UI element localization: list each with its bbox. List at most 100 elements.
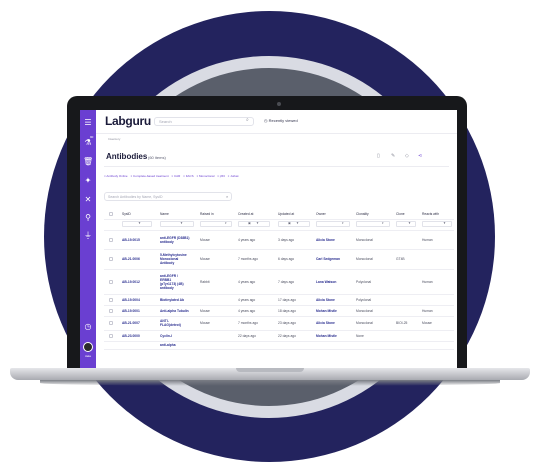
cell-sysid[interactable]: AB-23.0000 xyxy=(122,334,140,338)
camera-dot xyxy=(277,102,281,106)
header-divider xyxy=(104,166,449,167)
filter-created-at[interactable] xyxy=(238,221,270,227)
table-row[interactable]: AB-21.0007 ANTI- FLAG(detect) Mouse 7 months… xyxy=(104,316,454,331)
cell-owner[interactable]: Alicia Stone xyxy=(316,238,335,242)
col-header-reacts-with[interactable]: Reacts with xyxy=(422,212,439,216)
filter-clonality[interactable] xyxy=(356,221,390,227)
cell-sysid[interactable]: AB-19.0012 xyxy=(122,280,140,284)
filter-icon[interactable]: ▼ xyxy=(296,221,299,225)
cell-sysid[interactable]: AB-21.0006 xyxy=(122,257,140,261)
search-icon[interactable]: ⌕ xyxy=(226,194,228,199)
table-row[interactable]: AB-19.0015 anti-EGFR (D38B1) antibody Mouse… xyxy=(104,230,454,250)
cell-clonality: None xyxy=(356,333,364,338)
flask-icon[interactable]: ⚗ xyxy=(83,138,93,148)
bulb-icon[interactable]: ✦ xyxy=(83,176,93,186)
antibody-search-input[interactable]: Search Antibodies by Name, SysID xyxy=(104,192,232,201)
menu-icon[interactable]: ☰ xyxy=(83,118,93,128)
trash-action-icon[interactable]: ▯ xyxy=(377,153,380,159)
filter-tag[interactable]: × Jurkat xyxy=(228,173,239,180)
tag-action-icon[interactable]: ◇ xyxy=(405,153,409,159)
row-checkbox[interactable] xyxy=(109,237,113,242)
cell-name[interactable]: FLAG(detect) xyxy=(160,323,181,327)
chevron-down-icon[interactable]: ▾ xyxy=(382,221,384,225)
chevron-down-icon[interactable]: ▾ xyxy=(225,221,227,225)
filter-sysid[interactable] xyxy=(122,221,152,227)
row-checkbox[interactable] xyxy=(109,257,113,261)
dna-icon[interactable]: ✕ xyxy=(83,195,93,205)
filter-name[interactable] xyxy=(160,221,194,227)
table-row[interactable]: AB-19.0012 anti-EGFR / ERBB1 (pTyr1173) (4B… xyxy=(104,269,454,295)
cell-clonality: Polyclonal xyxy=(356,297,372,302)
filter-tag[interactable]: × Monoclonal xyxy=(196,173,214,180)
row-checkbox[interactable] xyxy=(109,297,113,302)
cell-name[interactable]: antibody xyxy=(160,240,174,244)
filter-icon[interactable]: ▼ xyxy=(443,221,446,225)
col-header-name[interactable]: Name xyxy=(160,212,169,216)
recently-viewed-button[interactable]: ◷ Recently viewed xyxy=(264,118,298,123)
col-header-sysid[interactable]: SysID xyxy=(122,212,131,216)
filter-raised-in[interactable] xyxy=(200,221,232,227)
microscope-icon[interactable]: ⚲ xyxy=(83,213,93,223)
cell-owner[interactable]: Alicia Stone xyxy=(316,321,335,325)
cell-updated-at: 3 days ago xyxy=(278,237,295,242)
filter-icon[interactable]: ▼ xyxy=(180,221,183,225)
cell-sysid[interactable]: AB-19.0015 xyxy=(122,238,140,242)
col-header-clonality[interactable]: Clonality xyxy=(356,212,369,216)
plug-icon[interactable]: ⏚ xyxy=(83,231,93,241)
row-checkbox[interactable] xyxy=(109,279,113,284)
cell-owner[interactable]: Mohan Mistle xyxy=(316,334,337,338)
cell-name[interactable]: antibody xyxy=(160,286,174,290)
app-logo[interactable]: Labguru xyxy=(105,114,151,128)
cell-name[interactable]: anti-alpha xyxy=(160,343,176,347)
filter-updated-at[interactable] xyxy=(278,221,310,227)
cell-name[interactable]: Antibody xyxy=(160,261,174,265)
chevron-down-icon[interactable]: ▾ xyxy=(342,221,344,225)
avatar[interactable] xyxy=(83,342,93,352)
calendar-icon[interactable]: ▣ xyxy=(248,221,251,225)
cell-created-at: 4 years ago xyxy=(238,279,256,284)
filter-clone[interactable] xyxy=(396,221,416,227)
filter-reacts-with[interactable] xyxy=(422,221,452,227)
filter-tag[interactable]: × p53 xyxy=(217,173,225,180)
breadcrumb[interactable]: Inventory xyxy=(108,137,120,141)
col-header-created-at[interactable]: Created at xyxy=(238,212,253,216)
clock-icon[interactable]: ◷ xyxy=(83,322,93,332)
col-header-updated-at[interactable]: Updated at xyxy=(278,212,294,216)
cell-owner[interactable]: Lana Watson xyxy=(316,280,336,284)
share-action-icon[interactable]: ⋖ xyxy=(418,153,422,159)
row-checkbox[interactable] xyxy=(109,333,113,338)
row-checkbox[interactable] xyxy=(109,308,113,313)
cell-sysid[interactable]: AB-19.0001 xyxy=(122,309,140,313)
edit-action-icon[interactable]: ✎ xyxy=(391,153,395,159)
cell-name[interactable]: Anti-alpha Tubulin xyxy=(160,309,189,313)
table-row[interactable]: AB-21.0006 5-Methylcytosine Monoclonal Anti… xyxy=(104,249,454,270)
cell-sysid[interactable]: AB-19.0004 xyxy=(122,298,140,302)
row-checkbox[interactable] xyxy=(109,321,113,325)
cell-owner[interactable]: Alicia Stone xyxy=(316,298,335,302)
col-header-owner[interactable]: Owner xyxy=(316,212,326,216)
select-all-checkbox[interactable] xyxy=(109,212,113,216)
filter-tag[interactable]: × Complete-based treatment xyxy=(130,173,168,180)
cell-name[interactable]: Cyclin-I xyxy=(160,334,172,338)
cell-name[interactable]: Biotinylated Ab xyxy=(160,298,184,302)
filter-tag[interactable]: × FACS xyxy=(183,173,193,180)
filter-icon[interactable]: ▼ xyxy=(256,221,259,225)
col-header-clone[interactable]: Clone xyxy=(396,212,405,216)
filter-owner[interactable] xyxy=(316,221,350,227)
search-icon[interactable]: ⌕ xyxy=(246,117,249,123)
col-header-raised-in[interactable]: Raised in xyxy=(200,212,214,216)
filter-tag[interactable]: × Antibody Online xyxy=(104,173,128,180)
filter-tag[interactable]: × CAR xyxy=(171,173,180,180)
global-search-input[interactable]: Search xyxy=(154,117,254,126)
cell-clone: GT4B xyxy=(396,257,405,261)
cell-sysid[interactable]: AB-21.0007 xyxy=(122,321,140,325)
cell-owner[interactable]: Carl Sedgeman xyxy=(316,257,340,261)
calendar-icon[interactable]: ▣ xyxy=(288,221,291,225)
cell-updated-at: 22 days ago xyxy=(278,333,296,338)
trash-icon[interactable]: 🗑 xyxy=(83,157,93,167)
filter-icon[interactable]: ▼ xyxy=(138,221,141,225)
table-row[interactable]: anti-alpha xyxy=(104,341,454,350)
cell-owner[interactable]: Mohan Mistle xyxy=(316,309,337,313)
filter-icon[interactable]: ▼ xyxy=(408,221,411,225)
cell-updated-at: 7 days ago xyxy=(278,279,295,284)
